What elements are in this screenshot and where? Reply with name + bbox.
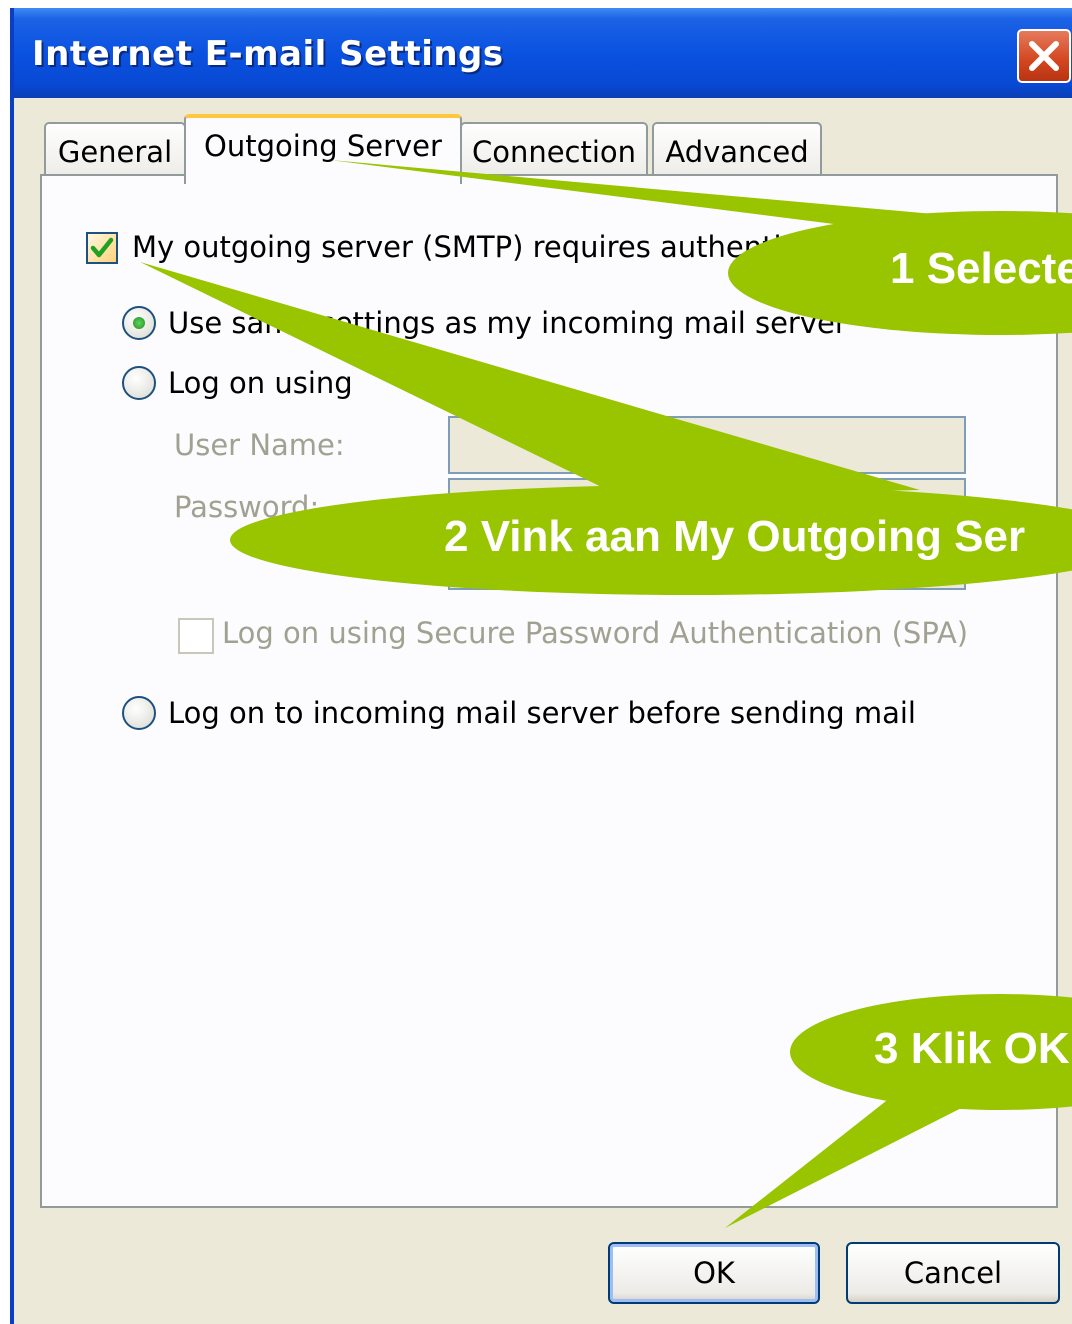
callout-3-pointer	[725, 1090, 985, 1228]
callout-overlay	[140, 160, 1072, 1228]
callout-3-text: 3 Klik OK	[874, 1024, 1070, 1073]
callout-2-text: 2 Vink aan My Outgoing Ser	[444, 512, 1026, 561]
callout-1-text: 1 Selecte	[890, 244, 1072, 293]
